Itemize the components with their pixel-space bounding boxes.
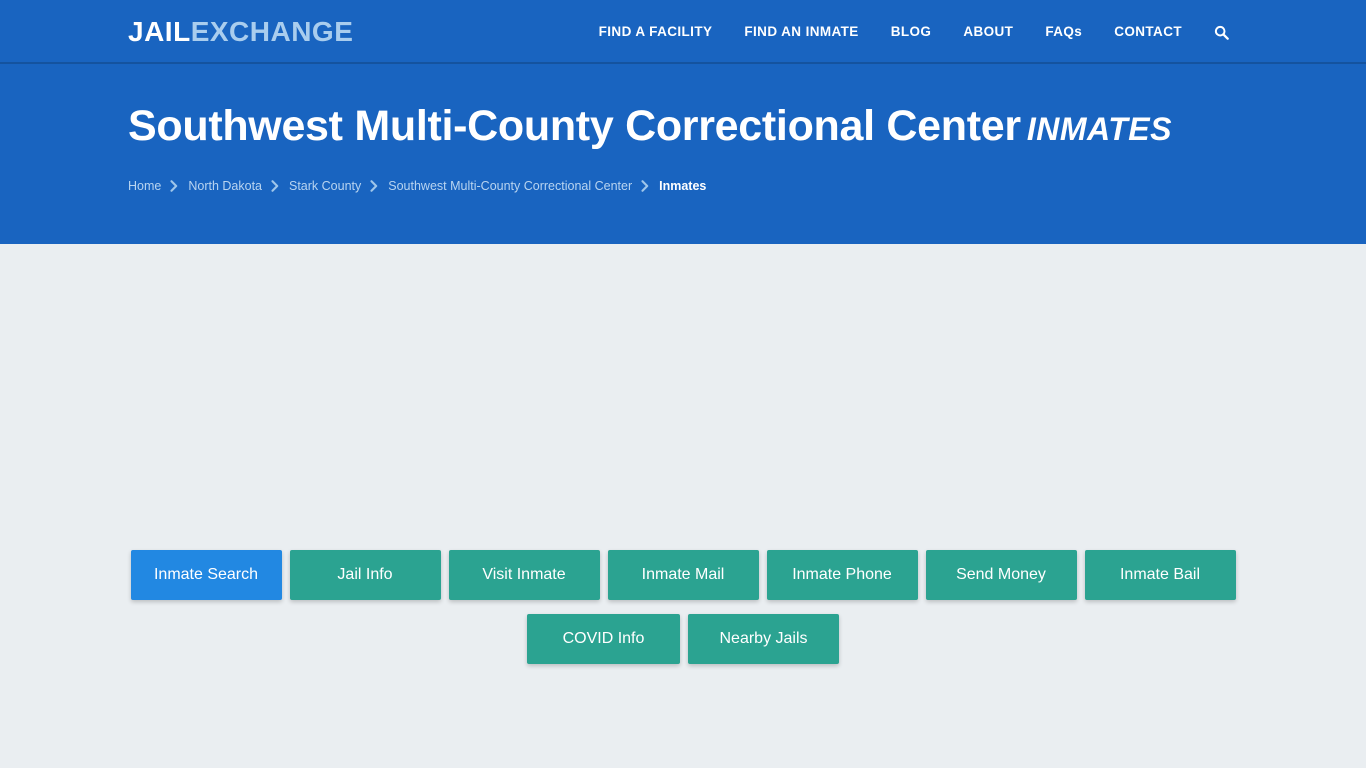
content-placeholder-area: [0, 244, 1366, 542]
nav-item-find-a-facility[interactable]: FIND A FACILITY: [583, 0, 729, 64]
chevron-right-icon: [271, 180, 280, 192]
breadcrumb-item-state[interactable]: North Dakota: [188, 178, 262, 194]
logo-text-jail: JAIL: [128, 16, 191, 47]
facility-button-visit-inmate[interactable]: Visit Inmate: [448, 550, 600, 600]
main-navigation: FIND A FACILITY FIND AN INMATE BLOG ABOU…: [583, 0, 1238, 64]
facility-button-covid-info[interactable]: COVID Info: [527, 614, 680, 664]
page-title-facility: Southwest Multi-County Correctional Cent…: [128, 102, 1021, 150]
page-title: Southwest Multi-County Correctional Cent…: [128, 101, 1238, 154]
facility-button-inmate-bail[interactable]: Inmate Bail: [1084, 550, 1236, 600]
facility-button-inmate-mail[interactable]: Inmate Mail: [607, 550, 759, 600]
facility-button-send-money[interactable]: Send Money: [925, 550, 1077, 600]
facility-nav-row-1: Inmate Search Jail Info Visit Inmate Inm…: [0, 550, 1366, 600]
page-title-section: INMATES: [1026, 111, 1172, 147]
facility-nav-row-2: COVID Info Nearby Jails: [0, 614, 1366, 664]
site-logo[interactable]: JAILEXCHANGE: [128, 16, 353, 48]
search-button[interactable]: [1204, 0, 1238, 64]
breadcrumb-item-facility[interactable]: Southwest Multi-County Correctional Cent…: [388, 178, 632, 194]
search-icon: [1214, 25, 1229, 40]
breadcrumb-item-home[interactable]: Home: [128, 178, 161, 194]
breadcrumb-item-county[interactable]: Stark County: [289, 178, 361, 194]
logo-text-exchange: EXCHANGE: [190, 16, 354, 47]
facility-nav-buttons: Inmate Search Jail Info Visit Inmate Inm…: [0, 550, 1366, 678]
chevron-right-icon: [641, 180, 650, 192]
site-header: JAILEXCHANGE FIND A FACILITY FIND AN INM…: [0, 0, 1366, 64]
breadcrumb-item-current: Inmates: [659, 179, 707, 193]
facility-button-nearby-jails[interactable]: Nearby Jails: [688, 614, 839, 664]
nav-item-blog[interactable]: BLOG: [875, 0, 948, 64]
nav-item-contact[interactable]: CONTACT: [1098, 0, 1198, 64]
chevron-right-icon: [170, 180, 179, 192]
main-content: Inmate Search Jail Info Visit Inmate Inm…: [0, 244, 1366, 768]
page-hero: Southwest Multi-County Correctional Cent…: [0, 64, 1366, 244]
chevron-right-icon: [370, 180, 379, 192]
nav-item-find-an-inmate[interactable]: FIND AN INMATE: [728, 0, 874, 64]
breadcrumb: Home North Dakota Stark County Southwest…: [128, 178, 1238, 194]
facility-button-jail-info[interactable]: Jail Info: [289, 550, 441, 600]
facility-button-inmate-search[interactable]: Inmate Search: [130, 550, 282, 600]
nav-item-faqs[interactable]: FAQs: [1029, 0, 1098, 64]
facility-button-inmate-phone[interactable]: Inmate Phone: [766, 550, 918, 600]
nav-item-about[interactable]: ABOUT: [947, 0, 1029, 64]
